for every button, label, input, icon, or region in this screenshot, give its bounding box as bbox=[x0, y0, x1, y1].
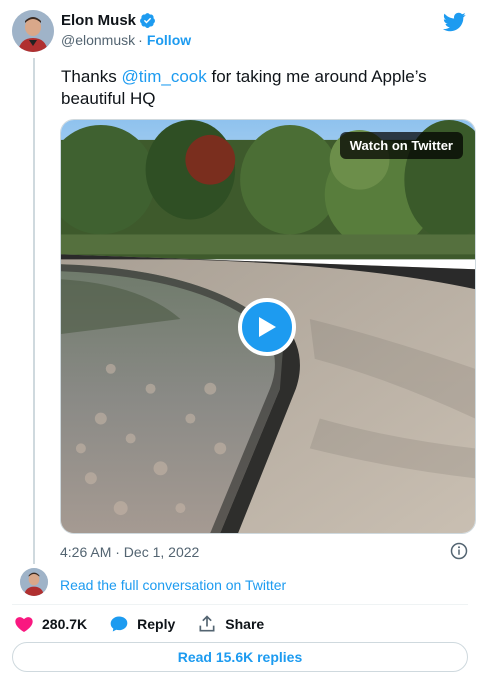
read-conversation-link[interactable]: Read the full conversation on Twitter bbox=[60, 577, 286, 593]
heart-icon bbox=[15, 617, 33, 632]
reply-button[interactable]: Reply bbox=[109, 614, 175, 634]
follow-link[interactable]: Follow bbox=[147, 32, 191, 48]
share-icon bbox=[199, 615, 215, 632]
embedded-tweet: Elon Musk @elonmusk · Follow Thanks @tim_c… bbox=[0, 0, 480, 677]
reply-bubble-icon bbox=[110, 616, 128, 632]
divider bbox=[12, 604, 468, 605]
play-icon bbox=[259, 317, 276, 337]
verified-badge-icon bbox=[140, 13, 155, 28]
play-button[interactable] bbox=[238, 298, 296, 356]
conversation-avatar[interactable] bbox=[20, 568, 48, 596]
tweet-text: Thanks @tim_cook for taking me around Ap… bbox=[61, 66, 461, 110]
twitter-bird-icon[interactable] bbox=[442, 10, 466, 34]
info-icon[interactable] bbox=[450, 542, 468, 560]
watch-on-twitter-label[interactable]: Watch on Twitter bbox=[339, 132, 463, 159]
tweet-text-start: Thanks bbox=[61, 67, 122, 86]
author-avatar[interactable] bbox=[12, 10, 54, 52]
reply-label: Reply bbox=[137, 616, 176, 632]
thread-line bbox=[33, 58, 35, 564]
author-handle-row: @elonmusk · Follow bbox=[61, 32, 191, 48]
action-bar: 280.7K Reply Share bbox=[14, 614, 286, 634]
read-replies-button[interactable]: Read 15.6K replies bbox=[12, 642, 468, 672]
tweet-timestamp[interactable]: 4:26 AM · Dec 1, 2022 bbox=[60, 544, 199, 560]
separator-dot: · bbox=[138, 32, 143, 48]
author-name-row[interactable]: Elon Musk bbox=[61, 12, 156, 29]
video-thumbnail[interactable]: Watch on Twitter bbox=[60, 119, 476, 534]
share-button[interactable]: Share bbox=[197, 614, 264, 634]
author-name[interactable]: Elon Musk bbox=[61, 12, 136, 29]
mention-link[interactable]: @tim_cook bbox=[121, 67, 206, 86]
author-handle[interactable]: @elonmusk bbox=[61, 32, 135, 48]
share-label: Share bbox=[225, 616, 265, 632]
like-button[interactable]: 280.7K bbox=[14, 614, 87, 634]
like-count: 280.7K bbox=[42, 616, 88, 632]
